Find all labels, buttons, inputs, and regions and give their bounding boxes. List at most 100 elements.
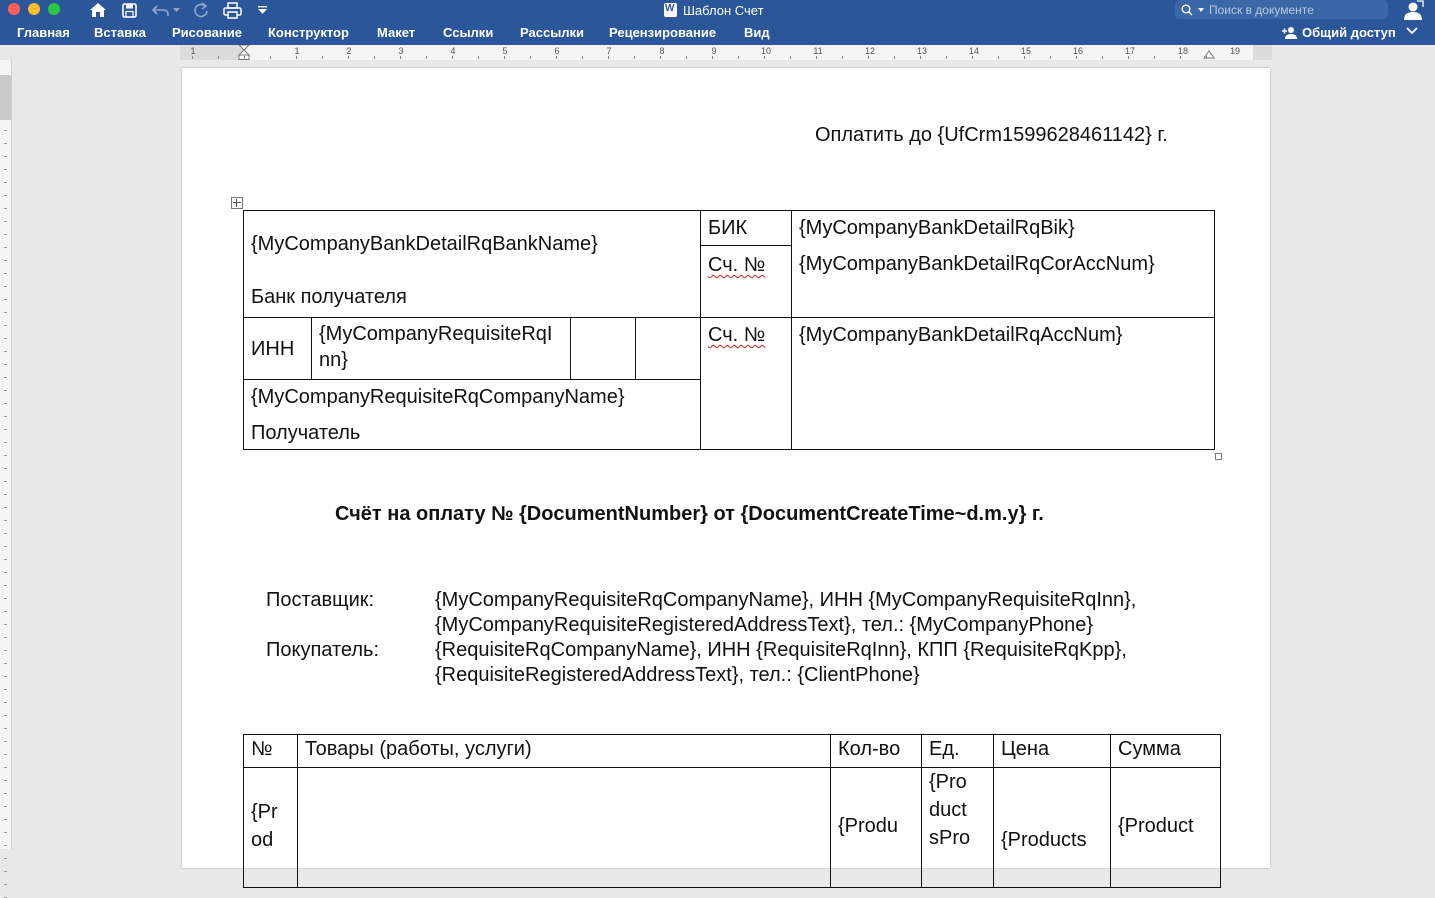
zoom-window-button[interactable] [48, 3, 60, 15]
ruler-tick [4, 728, 7, 729]
ruler-tick [4, 156, 7, 157]
ruler-tick [4, 169, 7, 170]
document-search-input[interactable]: Поиск в документе [1175, 0, 1388, 19]
ruler-tick [4, 832, 7, 833]
save-icon[interactable] [120, 1, 138, 19]
row-number-line: {Pr [251, 801, 278, 823]
inn-label-cell[interactable]: ИНН [243, 317, 312, 380]
header-price: Цена [1001, 738, 1050, 760]
redo-icon[interactable] [192, 1, 210, 19]
row-unit-cell[interactable]: {Pro duct sPro [921, 767, 994, 888]
row-sum-line: {Product [1118, 815, 1194, 837]
ruler-tick [4, 819, 7, 820]
ruler-tick [4, 494, 7, 495]
ruler-margin-area [0, 75, 11, 120]
ruler-tick [4, 338, 7, 339]
tab-draw[interactable]: Рисование [172, 20, 242, 45]
vertical-ruler[interactable] [0, 60, 12, 898]
ruler-tick [816, 56, 817, 59]
share-button[interactable]: Общий доступ [1282, 20, 1396, 45]
ruler-label: 16 [1072, 46, 1083, 56]
header-cell[interactable]: № [243, 734, 298, 768]
add-person-icon [1282, 27, 1297, 39]
ruler-tick [348, 56, 349, 59]
ruler-tick [4, 858, 7, 859]
bik-label: БИК [708, 217, 748, 239]
acc-value-cell[interactable]: {MyCompanyBankDetailRqAccNum} [791, 317, 1215, 450]
ruler-tick [4, 741, 7, 742]
profile-icon[interactable] [1402, 0, 1424, 20]
ruler-tick [946, 56, 947, 59]
ruler-tick [4, 663, 7, 664]
ruler-label: 10 [760, 46, 771, 56]
ruler-tick [4, 312, 7, 313]
ruler-tick [4, 377, 7, 378]
ruler-tick [4, 884, 7, 885]
ruler-tick [608, 56, 609, 59]
row-sum-cell[interactable]: {Product [1110, 767, 1221, 888]
horizontal-ruler[interactable]: 1 1 2 3 4 5 6 7 8 9 10 11 12 13 14 15 16… [180, 45, 1272, 60]
document-page[interactable]: Оплатить до {UfCrm1599628461142} г. {MyC… [182, 68, 1270, 888]
ruler-tick [790, 56, 791, 59]
empty-cell[interactable] [635, 317, 701, 380]
ruler-tick [4, 247, 7, 248]
table-move-handle-icon[interactable] [231, 197, 243, 209]
tab-home[interactable]: Главная [17, 20, 70, 45]
close-window-button[interactable] [8, 3, 20, 15]
ruler-tick [452, 56, 453, 59]
ruler-tick [4, 611, 7, 612]
supplier-line-2: {MyCompanyRequisiteRegisteredAddressText… [435, 614, 1094, 636]
ruler-label: 8 [659, 46, 665, 56]
ruler-tick [1076, 56, 1077, 59]
right-indent-marker-icon[interactable] [1203, 49, 1215, 59]
ruler-tick [998, 56, 999, 59]
header-cell[interactable]: Товары (работы, услуги) [297, 734, 831, 768]
row-goods-cell[interactable] [297, 767, 831, 888]
chevron-down-icon[interactable] [1406, 26, 1418, 36]
row-price-cell[interactable]: {Products [993, 767, 1111, 888]
ruler-tick [4, 780, 7, 781]
bank-name-cell[interactable]: {MyCompanyBankDetailRqBankName} Банк пол… [243, 210, 701, 318]
undo-icon[interactable] [150, 1, 172, 19]
inn-value-cell[interactable]: {MyCompanyRequisiteRqInn} [311, 317, 571, 380]
tab-review[interactable]: Рецензирование [609, 20, 716, 45]
inn-value: {MyCompanyRequisiteRqInn} [319, 323, 553, 371]
ruler-tick [4, 234, 7, 235]
header-cell[interactable]: Цена [993, 734, 1111, 768]
tab-design[interactable]: Конструктор [268, 20, 349, 45]
customize-toolbar-icon[interactable] [257, 1, 267, 19]
tab-layout[interactable]: Макет [377, 20, 415, 45]
ruler-tick [4, 416, 7, 417]
cor-acc-label-cell[interactable]: Сч. № [700, 245, 792, 318]
word-document-icon [664, 3, 677, 17]
cor-acc-label: Сч. № [708, 254, 766, 276]
pay-until-line: Оплатить до {UfCrm1599628461142} г. [815, 124, 1168, 146]
header-quantity: Кол-во [838, 738, 901, 760]
search-icon [1181, 4, 1193, 16]
header-cell[interactable]: Ед. [921, 734, 994, 768]
tab-view[interactable]: Вид [744, 20, 770, 45]
row-quantity-cell[interactable]: {Produ [830, 767, 922, 888]
acc-label-cell[interactable]: Сч. № [700, 317, 792, 450]
row-number-cell[interactable]: {Pr od [243, 767, 298, 888]
tab-references[interactable]: Ссылки [443, 20, 493, 45]
ruler-tick [4, 260, 7, 261]
recipient-cell[interactable]: {MyCompanyRequisiteRqCompanyName} Получа… [243, 379, 701, 450]
table-resize-handle[interactable] [1215, 453, 1222, 460]
row-number-line: od [251, 829, 274, 851]
print-icon[interactable] [221, 1, 243, 19]
ruler-tick [374, 56, 375, 59]
inn-label: ИНН [251, 337, 295, 360]
undo-dropdown-icon[interactable] [172, 1, 180, 19]
bik-label-cell[interactable]: БИК [700, 210, 792, 246]
bik-value-cell[interactable]: {MyCompanyBankDetailRqBik} {MyCompanyBan… [791, 210, 1215, 318]
ruler-tick [1024, 56, 1025, 59]
header-cell[interactable]: Сумма [1110, 734, 1221, 768]
minimize-window-button[interactable] [28, 3, 40, 15]
header-cell[interactable]: Кол-во [830, 734, 922, 768]
empty-cell[interactable] [570, 317, 636, 380]
home-icon[interactable] [88, 1, 108, 19]
tab-insert[interactable]: Вставка [94, 20, 146, 45]
ruler-tick [634, 56, 635, 59]
tab-mailings[interactable]: Рассылки [520, 20, 584, 45]
